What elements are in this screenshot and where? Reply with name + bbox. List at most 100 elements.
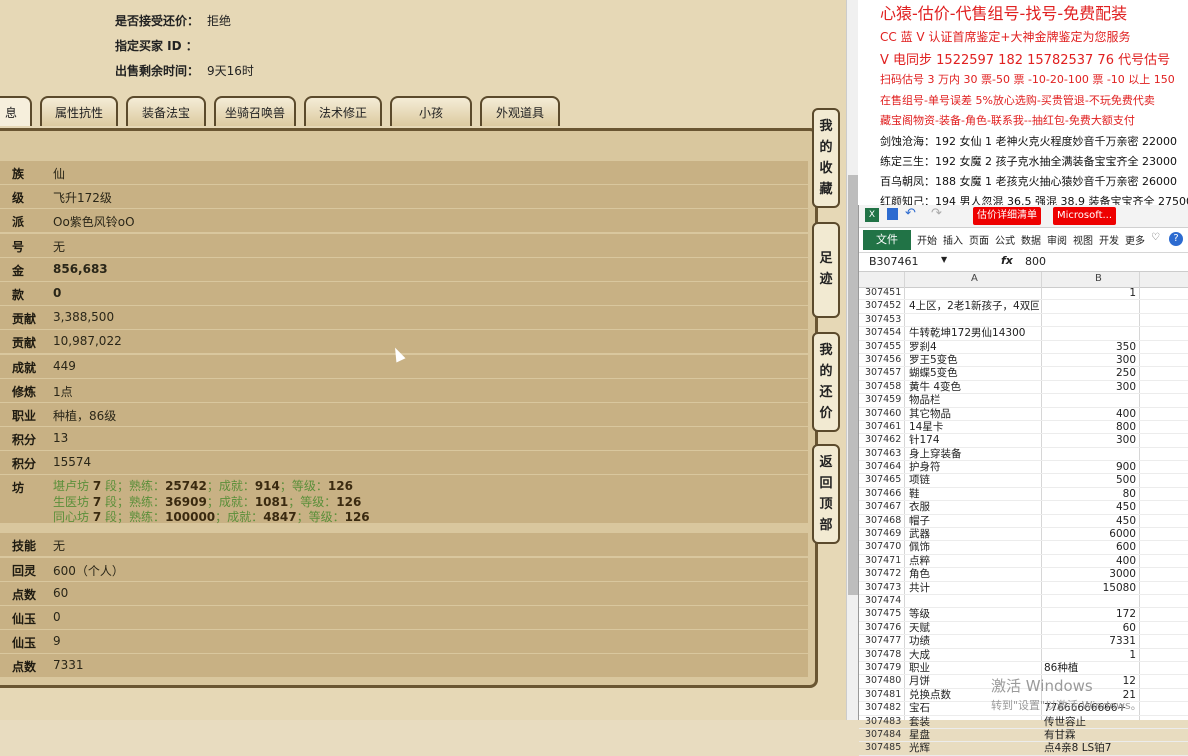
function-icon[interactable]: fx xyxy=(1001,254,1013,267)
table-row[interactable]: 307462 针174 300 xyxy=(859,434,1188,448)
cell-b[interactable]: 400 xyxy=(1044,555,1136,567)
cell-a[interactable]: 点粹 xyxy=(909,555,1039,567)
cell-b[interactable]: 80 xyxy=(1044,488,1136,500)
back-to-top-button[interactable]: 返回顶部 xyxy=(812,444,840,544)
cell-b[interactable]: 400 xyxy=(1044,408,1136,420)
cell-b-text[interactable]: 有甘霖 xyxy=(1044,729,1076,741)
cell-b[interactable]: 6000 xyxy=(1044,528,1136,540)
table-row[interactable]: 307474 xyxy=(859,595,1188,609)
tab-equipment[interactable]: 装备法宝 xyxy=(126,96,206,126)
page-scrollbar[interactable] xyxy=(846,0,858,720)
cell-b[interactable]: 450 xyxy=(1044,515,1136,527)
formula-input[interactable]: 800 xyxy=(1025,255,1046,268)
cell-a[interactable]: 罗刹4 xyxy=(909,341,1039,353)
tab-info[interactable]: 息 xyxy=(0,96,32,126)
ribbon-tab[interactable]: 公式 xyxy=(995,232,1015,247)
table-row[interactable]: 307465 项链 500 xyxy=(859,474,1188,488)
cell-b[interactable]: 60 xyxy=(1044,622,1136,634)
title-app-button[interactable]: Microsoft... xyxy=(1053,207,1117,225)
cell-a[interactable]: 职业 xyxy=(909,662,1039,674)
title-doc-button[interactable]: 估价详细清单 xyxy=(973,207,1041,225)
table-row[interactable]: 307475 等级 172 xyxy=(859,608,1188,622)
cell-a[interactable]: 天赋 xyxy=(909,622,1039,634)
cell-b[interactable]: 250 xyxy=(1044,367,1136,379)
cell-a[interactable]: 共计 xyxy=(909,582,1039,594)
cell-a[interactable]: 罗王5变色 xyxy=(909,354,1039,366)
ribbon-tab[interactable]: 数据 xyxy=(1021,232,1041,247)
cell-a[interactable]: 大成 xyxy=(909,649,1039,661)
tab-child[interactable]: 小孩 xyxy=(390,96,472,126)
cell-a[interactable]: 佩饰 xyxy=(909,541,1039,553)
table-row[interactable]: 307463 身上穿装备 xyxy=(859,448,1188,462)
redo-icon[interactable]: ↷ xyxy=(931,206,942,221)
table-row[interactable]: 307485 光辉 点4亲8 LS铂7 xyxy=(859,742,1188,756)
tab-appearance[interactable]: 外观道具 xyxy=(480,96,560,126)
cell-a[interactable]: 项链 xyxy=(909,474,1039,486)
undo-icon[interactable]: ↶ xyxy=(905,206,916,221)
scrollbar-thumb[interactable] xyxy=(848,175,858,595)
table-row[interactable]: 307472 角色 3000 xyxy=(859,568,1188,582)
table-row[interactable]: 307458 黄牛 4变色 300 xyxy=(859,381,1188,395)
name-box-dropdown-icon[interactable]: ▼ xyxy=(941,255,947,264)
cell-a[interactable]: 14星卡 xyxy=(909,421,1039,433)
footprint-button[interactable]: 足迹 xyxy=(812,222,840,318)
table-row[interactable]: 307484 星盘 有甘霖 xyxy=(859,729,1188,743)
table-row[interactable]: 307452 4上区，2老1新孩子，4双回血装备一套，鬼火克火传世容止 xyxy=(859,300,1188,314)
table-row[interactable]: 307454 牛转乾坤172男仙14300 xyxy=(859,327,1188,341)
table-row[interactable]: 307477 功绩 7331 xyxy=(859,635,1188,649)
cell-b[interactable]: 300 xyxy=(1044,354,1136,366)
cell-b[interactable]: 3000 xyxy=(1044,568,1136,580)
cell-a[interactable]: 牛转乾坤172男仙14300 xyxy=(909,327,1039,339)
cell-a[interactable]: 角色 xyxy=(909,568,1039,580)
cell-b[interactable]: 450 xyxy=(1044,501,1136,513)
cell-b-text[interactable]: 86种植 xyxy=(1044,662,1078,674)
cell-a[interactable]: 其它物品 xyxy=(909,408,1039,420)
table-row[interactable]: 307451 1 xyxy=(859,287,1188,301)
table-row[interactable]: 307476 天赋 60 xyxy=(859,622,1188,636)
tab-mounts[interactable]: 坐骑召唤兽 xyxy=(214,96,296,126)
cell-a[interactable]: 护身符 xyxy=(909,461,1039,473)
ribbon-tab[interactable]: 开始 xyxy=(917,232,937,247)
cell-b-text[interactable]: 点4亲8 LS铂7 xyxy=(1044,742,1111,754)
cell-a[interactable]: 衣服 xyxy=(909,501,1039,513)
cell-b[interactable]: 172 xyxy=(1044,608,1136,620)
table-row[interactable]: 307483 套装 传世容止 xyxy=(859,716,1188,729)
table-row[interactable]: 307455 罗刹4 350 xyxy=(859,341,1188,354)
name-box[interactable]: B307461 xyxy=(869,255,919,268)
cell-b[interactable]: 300 xyxy=(1044,434,1136,446)
cell-a[interactable]: 星盘 xyxy=(909,729,1039,741)
cell-b-text[interactable]: 传世容止 xyxy=(1044,716,1086,728)
help-icon[interactable]: ? xyxy=(1169,232,1183,246)
my-bargain-button[interactable]: 我的还价 xyxy=(812,332,840,432)
cell-b[interactable]: 900 xyxy=(1044,461,1136,473)
cell-a[interactable]: 等级 xyxy=(909,608,1039,620)
cell-b[interactable]: 600 xyxy=(1044,541,1136,553)
table-row[interactable]: 307479 职业 86种植 xyxy=(859,662,1188,676)
cell-a[interactable]: 光辉 xyxy=(909,742,1039,754)
heart-icon[interactable]: ♡ xyxy=(1151,232,1160,243)
cell-b[interactable]: 500 xyxy=(1044,474,1136,486)
cell-b[interactable]: 1 xyxy=(1044,649,1136,661)
cell-b[interactable]: 300 xyxy=(1044,381,1136,393)
cell-a[interactable]: 针174 xyxy=(909,434,1039,446)
table-row[interactable]: 307453 xyxy=(859,314,1188,328)
table-row[interactable]: 307466 鞋 80 xyxy=(859,488,1188,502)
cell-a[interactable]: 蝴蝶5变色 xyxy=(909,367,1039,379)
cell-b[interactable]: 7331 xyxy=(1044,635,1136,647)
cell-a[interactable]: 身上穿装备 xyxy=(909,448,1039,460)
cell-b[interactable]: 350 xyxy=(1044,341,1136,353)
cell-b[interactable]: 15080 xyxy=(1044,582,1136,594)
cell-a[interactable]: 帽子 xyxy=(909,515,1039,527)
table-row[interactable]: 307468 帽子 450 xyxy=(859,515,1188,529)
column-b-header[interactable]: B xyxy=(1095,273,1102,284)
cell-b[interactable]: 800 xyxy=(1044,421,1136,433)
ribbon-tab[interactable]: 更多 xyxy=(1125,232,1145,247)
table-row[interactable]: 307456 罗王5变色 300 xyxy=(859,354,1188,368)
table-row[interactable]: 307457 蝴蝶5变色 250 xyxy=(859,367,1188,381)
save-icon[interactable] xyxy=(887,208,898,220)
cell-b[interactable]: 1 xyxy=(1044,287,1136,299)
table-row[interactable]: 307460 其它物品 400 xyxy=(859,408,1188,421)
cell-a[interactable]: 物品栏 xyxy=(909,394,1039,406)
table-row[interactable]: 307464 护身符 900 xyxy=(859,461,1188,475)
ribbon-tab[interactable]: 审阅 xyxy=(1047,232,1067,247)
